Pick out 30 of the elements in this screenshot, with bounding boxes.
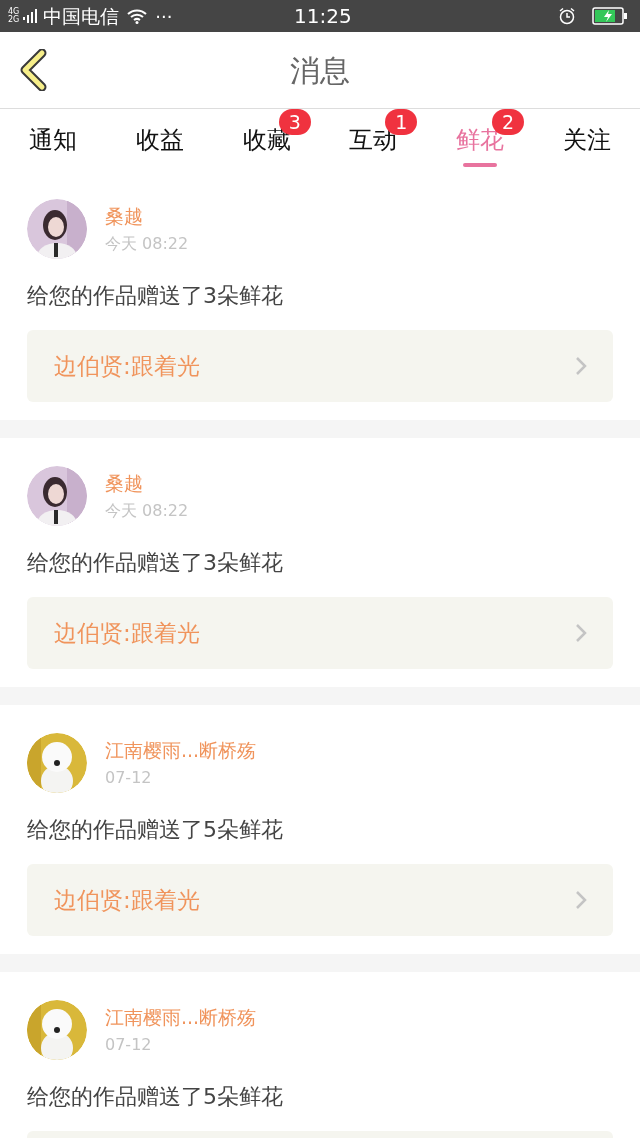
sender-name: 桑越: [105, 470, 144, 496]
message-text: 给您的作品赠送了5朵鲜花: [27, 1083, 284, 1111]
clock-time: 11:25: [294, 3, 352, 30]
chevron-right-icon: [575, 623, 587, 643]
message-time: 07-12: [105, 1034, 153, 1057]
tab[interactable]: 关注: [533, 109, 640, 171]
page-title: 消息: [290, 51, 350, 90]
carrier-name: 中国电信: [43, 3, 120, 29]
more-indicator: ···: [155, 4, 173, 29]
chevron-right-icon: [575, 890, 587, 910]
message-time: 今天 08:22: [105, 500, 189, 523]
sender-name: 江南樱雨...断桥殇: [105, 737, 257, 763]
tab[interactable]: 收益: [106, 109, 214, 171]
signal-icon: [23, 9, 40, 23]
alarm-icon: [558, 7, 576, 25]
message-text: 给您的作品赠送了3朵鲜花: [27, 549, 284, 577]
message-time: 今天 08:22: [105, 233, 189, 256]
network-label: 2G: [8, 16, 20, 24]
message-text: 给您的作品赠送了5朵鲜花: [27, 816, 284, 844]
battery-icon: [592, 7, 628, 25]
wifi-icon: [127, 8, 148, 24]
sender-name: 江南樱雨...断桥殇: [105, 1004, 257, 1030]
message-text: 给您的作品赠送了3朵鲜花: [27, 282, 284, 310]
message-time: 07-12: [105, 767, 153, 790]
tab[interactable]: 通知: [0, 109, 107, 171]
back-chevron-icon: [18, 49, 48, 91]
sender-name: 桑越: [105, 203, 144, 229]
network-label: 4G: [8, 8, 20, 16]
tab-underline: [463, 163, 497, 167]
chevron-right-icon: [575, 356, 587, 376]
